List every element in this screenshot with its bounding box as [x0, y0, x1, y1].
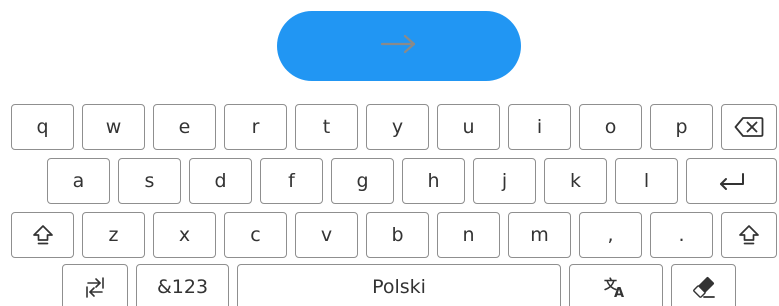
translate-icon: 文 A — [603, 275, 629, 299]
key-label: k — [569, 170, 581, 192]
key-s[interactable]: s — [118, 158, 181, 204]
key-z[interactable]: z — [82, 212, 145, 258]
key-label: q — [36, 116, 49, 138]
key-w[interactable]: w — [82, 104, 145, 150]
space-key[interactable]: Polski — [237, 264, 561, 306]
key-k[interactable]: k — [544, 158, 607, 204]
key-label: s — [144, 170, 155, 192]
key-label: p — [675, 116, 688, 138]
key-d[interactable]: d — [189, 158, 252, 204]
erase-key[interactable] — [671, 264, 736, 306]
keyboard-screen: q w e r t y u i o p a s d f g h j k l z … — [0, 0, 779, 306]
key-n[interactable]: n — [437, 212, 500, 258]
key-l[interactable]: l — [615, 158, 678, 204]
key-label: j — [501, 170, 508, 192]
svg-text:A: A — [614, 286, 624, 299]
key-v[interactable]: v — [295, 212, 358, 258]
key-r[interactable]: r — [224, 104, 287, 150]
symbols-key[interactable]: &123 — [136, 264, 229, 306]
arrow-right-icon — [379, 32, 419, 60]
key-label: y — [391, 116, 404, 138]
key-label: a — [72, 170, 85, 192]
key-label: r — [251, 116, 260, 138]
key-label: v — [320, 224, 333, 246]
key-label: n — [462, 224, 475, 246]
key-j[interactable]: j — [473, 158, 536, 204]
eraser-icon — [691, 275, 717, 299]
key-x[interactable]: x — [153, 212, 216, 258]
key-label: &123 — [156, 276, 209, 298]
key-c[interactable]: c — [224, 212, 287, 258]
enter-key[interactable] — [686, 158, 777, 204]
key-h[interactable]: h — [402, 158, 465, 204]
shift-key-left[interactable] — [11, 212, 74, 258]
key-q[interactable]: q — [11, 104, 74, 150]
key-label: z — [108, 224, 119, 246]
key-t[interactable]: t — [295, 104, 358, 150]
key-a[interactable]: a — [47, 158, 110, 204]
key-label: x — [178, 224, 191, 246]
key-label: e — [178, 116, 191, 138]
key-label: t — [322, 116, 331, 138]
key-label: c — [250, 224, 261, 246]
key-u[interactable]: u — [437, 104, 500, 150]
shift-icon — [737, 223, 761, 247]
key-label: b — [391, 224, 404, 246]
key-label: h — [427, 170, 440, 192]
shift-key-right[interactable] — [721, 212, 777, 258]
key-label: , — [607, 224, 614, 246]
backspace-key[interactable] — [721, 104, 777, 150]
translate-key[interactable]: 文 A — [569, 264, 663, 306]
key-p[interactable]: p — [650, 104, 713, 150]
key-b[interactable]: b — [366, 212, 429, 258]
key-i[interactable]: i — [508, 104, 571, 150]
key-y[interactable]: y — [366, 104, 429, 150]
key-label: l — [643, 170, 650, 192]
keyboard-switch-icon — [83, 275, 107, 299]
key-label: m — [530, 224, 549, 246]
key-g[interactable]: g — [331, 158, 394, 204]
key-period[interactable]: . — [650, 212, 713, 258]
key-f[interactable]: f — [260, 158, 323, 204]
space-label: Polski — [372, 276, 426, 298]
key-e[interactable]: e — [153, 104, 216, 150]
key-label: . — [678, 224, 685, 246]
key-label: f — [288, 170, 295, 192]
key-o[interactable]: o — [579, 104, 642, 150]
backspace-icon — [734, 116, 764, 138]
key-label: u — [462, 116, 475, 138]
keyboard-switch-key[interactable] — [62, 264, 128, 306]
key-comma[interactable]: , — [579, 212, 642, 258]
key-m[interactable]: m — [508, 212, 571, 258]
key-label: i — [536, 116, 543, 138]
key-label: w — [105, 116, 122, 138]
submit-button[interactable] — [277, 11, 521, 81]
key-label: g — [356, 170, 369, 192]
key-label: d — [214, 170, 227, 192]
key-label: o — [604, 116, 617, 138]
shift-icon — [31, 223, 55, 247]
enter-icon — [717, 171, 747, 191]
